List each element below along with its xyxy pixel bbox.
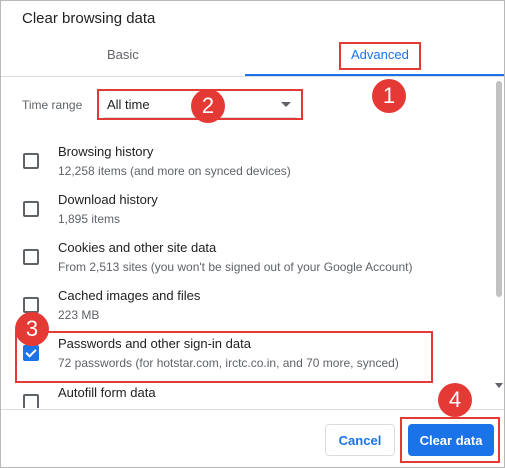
step-badge-3: 3	[15, 312, 49, 346]
footer-divider	[1, 409, 504, 410]
dialog-title: Clear browsing data	[22, 10, 156, 27]
option-subtitle: 223 MB	[58, 308, 100, 322]
option-title: Browsing history	[58, 144, 154, 159]
option-autofill[interactable]: Autofill form data	[1, 385, 481, 408]
download-history-checkbox[interactable]	[23, 201, 39, 217]
step-badge-2: 2	[191, 89, 225, 123]
cancel-button[interactable]: Cancel	[325, 424, 395, 456]
tabs-divider	[1, 76, 504, 77]
cookies-checkbox[interactable]	[23, 249, 39, 265]
option-title: Cookies and other site data	[58, 240, 217, 255]
option-browsing-history[interactable]: Browsing history 12,258 items (and more …	[1, 144, 481, 184]
option-title: Autofill form data	[58, 385, 156, 400]
highlight-clear-data	[400, 417, 500, 463]
step-badge-4: 4	[438, 383, 472, 417]
option-cached-images[interactable]: Cached images and files 223 MB	[1, 288, 481, 328]
option-title: Cached images and files	[58, 288, 201, 303]
option-subtitle: From 2,513 sites (you won't be signed ou…	[58, 260, 413, 274]
option-cookies[interactable]: Cookies and other site data From 2,513 s…	[1, 240, 481, 280]
cached-images-checkbox[interactable]	[23, 297, 39, 313]
option-subtitle: 1,895 items	[58, 212, 121, 226]
tab-basic[interactable]: Basic	[107, 47, 139, 62]
clear-browsing-data-dialog: Clear browsing data Basic Advanced Time …	[0, 0, 505, 468]
option-download-history[interactable]: Download history 1,895 items	[1, 192, 481, 232]
step-badge-1: 1	[372, 79, 406, 113]
option-title: Download history	[58, 192, 158, 207]
highlight-passwords-option	[15, 331, 433, 383]
scroll-down-arrow-icon[interactable]	[495, 383, 503, 388]
highlight-advanced-tab	[339, 42, 421, 70]
scrollbar-thumb[interactable]	[496, 81, 502, 297]
browsing-history-checkbox[interactable]	[23, 153, 39, 169]
autofill-checkbox[interactable]	[23, 394, 39, 408]
time-range-label: Time range	[22, 98, 83, 112]
option-subtitle: 12,258 items (and more on synced devices…	[58, 164, 291, 178]
active-tab-indicator	[245, 74, 504, 76]
